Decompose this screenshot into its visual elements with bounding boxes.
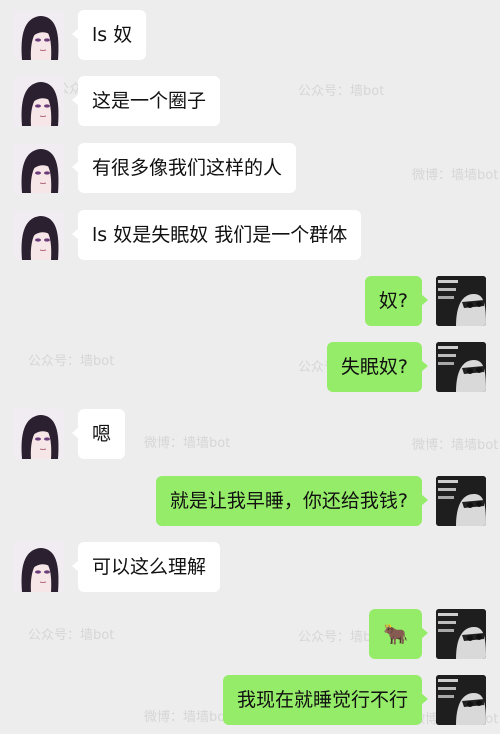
message-bubble-received[interactable]: ls 奴 xyxy=(71,10,147,60)
message-bubble-sent[interactable]: 失眠奴? xyxy=(326,342,429,392)
watermark-weibo: 微博：墙墙bot xyxy=(144,710,231,725)
contact-avatar[interactable] xyxy=(14,10,64,60)
watermark-weibo: 微博：墙墙bot xyxy=(144,436,231,451)
self-avatar[interactable] xyxy=(436,476,486,526)
message-bubble-received[interactable]: 可以这么理解 xyxy=(71,542,221,592)
message-bubble-sent[interactable]: 🐂 xyxy=(369,609,428,659)
message-bubble-received[interactable]: 有很多像我们这样的人 xyxy=(71,143,297,193)
contact-avatar[interactable] xyxy=(14,542,64,592)
anime-girl-avatar-icon xyxy=(14,409,64,459)
contact-avatar[interactable] xyxy=(14,210,64,260)
message-bubble-received[interactable]: 这是一个圈子 xyxy=(71,76,221,126)
message-bubble-sent[interactable]: 就是让我早睡，你还给我钱? xyxy=(155,476,429,526)
self-avatar[interactable] xyxy=(436,276,486,326)
watermark-gzh: 公众号：墙bot xyxy=(28,628,115,643)
self-avatar[interactable] xyxy=(436,609,486,659)
message-bubble-received[interactable]: 嗯 xyxy=(71,409,126,459)
photo-avatar-icon xyxy=(436,342,486,392)
anime-girl-avatar-icon xyxy=(14,10,64,60)
contact-avatar[interactable] xyxy=(14,409,64,459)
photo-avatar-icon xyxy=(436,276,486,326)
message-bubble-received[interactable]: ls 奴是失眠奴 我们是一个群体 xyxy=(71,210,362,260)
message-bubble-sent[interactable]: 我现在就睡觉行不行 xyxy=(222,675,429,725)
anime-girl-avatar-icon xyxy=(14,210,64,260)
watermark-weibo: 微博：墙墙bot xyxy=(412,168,499,183)
watermark-gzh: 公众号：墙bot xyxy=(298,84,385,99)
ox-emoji-icon: 🐂 xyxy=(383,622,408,646)
message-bubble-sent[interactable]: 奴? xyxy=(364,276,429,326)
self-avatar[interactable] xyxy=(436,675,486,725)
photo-avatar-icon xyxy=(436,609,486,659)
photo-avatar-icon xyxy=(436,476,486,526)
watermark-gzh: 公众号：墙bot xyxy=(28,354,115,369)
watermark-weibo: 微博：墙墙bot xyxy=(412,438,499,453)
contact-avatar[interactable] xyxy=(14,76,64,126)
anime-girl-avatar-icon xyxy=(14,542,64,592)
anime-girl-avatar-icon xyxy=(14,143,64,193)
contact-avatar[interactable] xyxy=(14,143,64,193)
anime-girl-avatar-icon xyxy=(14,76,64,126)
photo-avatar-icon xyxy=(436,675,486,725)
self-avatar[interactable] xyxy=(436,342,486,392)
